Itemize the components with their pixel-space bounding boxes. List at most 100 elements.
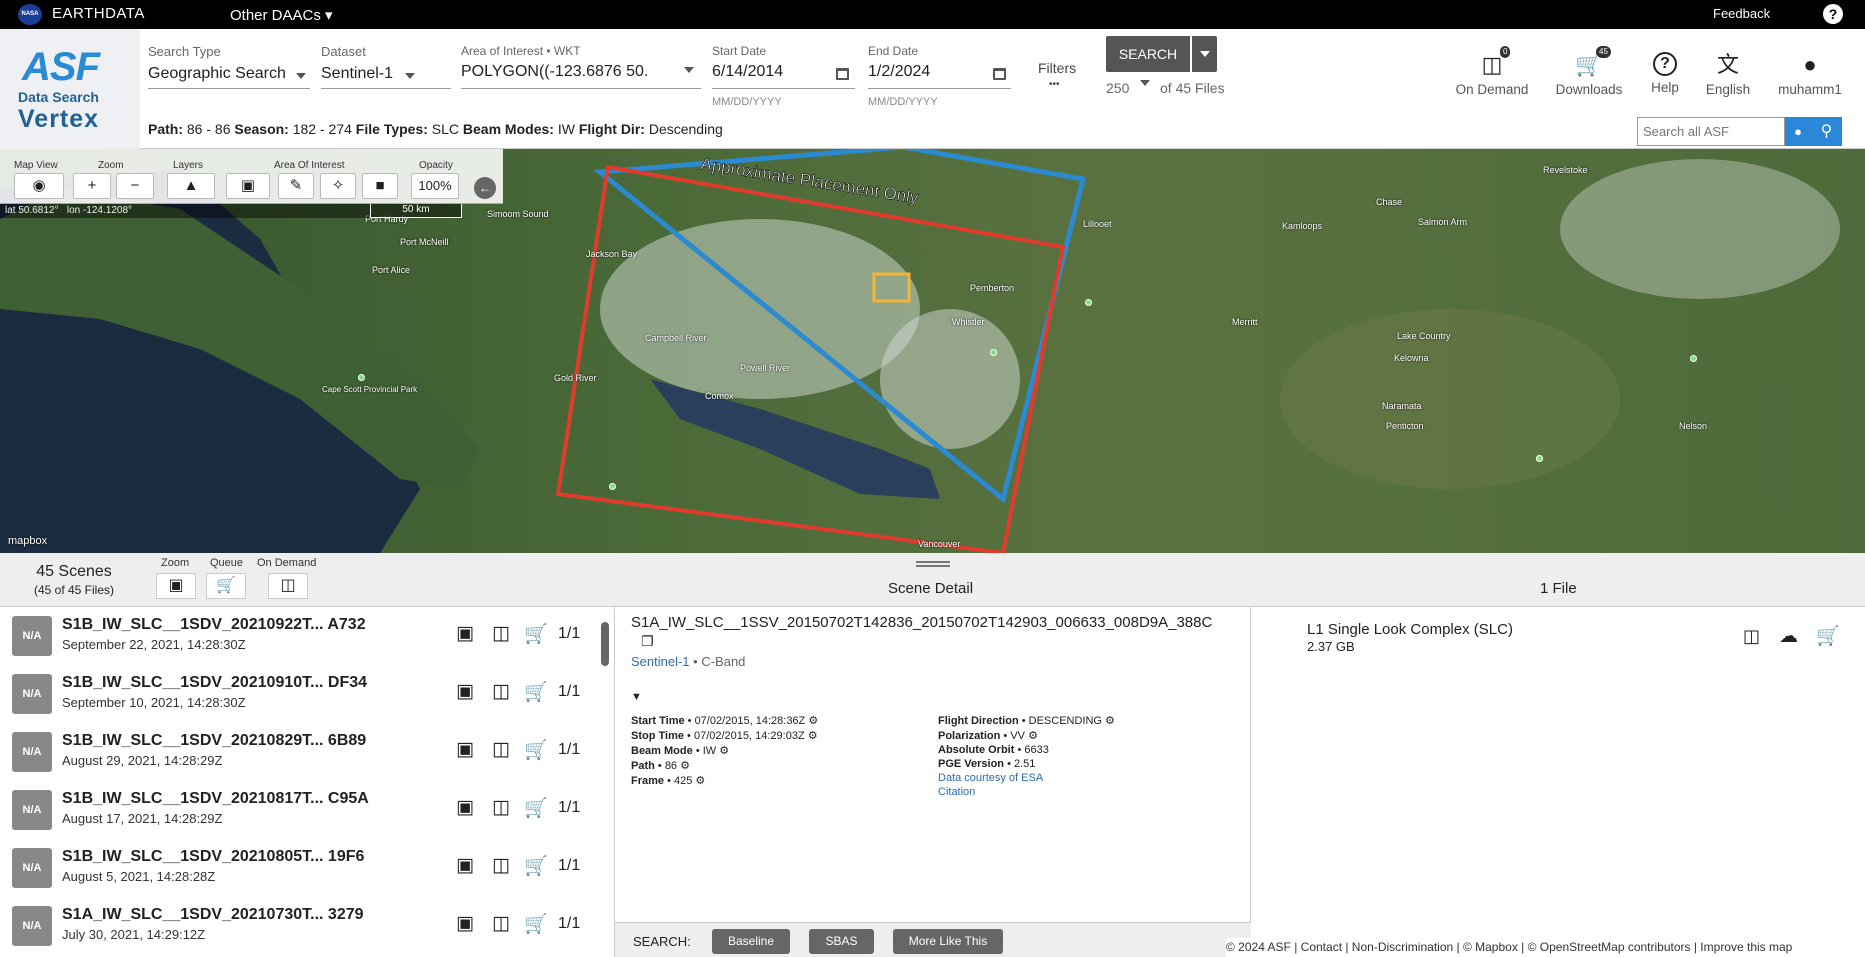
list-item[interactable]: N/A S1B_IW_SLC__1SDV_20210817T... C95A A…: [0, 781, 610, 839]
globe-icon[interactable]: ◉: [14, 173, 64, 199]
language-button[interactable]: 文 English: [1700, 52, 1756, 97]
cart-icon[interactable]: 🛒: [524, 622, 548, 646]
max-results-caret-icon[interactable]: [1140, 80, 1150, 86]
help-button[interactable]: ? Help: [1640, 52, 1690, 95]
citation-link[interactable]: Citation: [938, 786, 975, 798]
list-item[interactable]: N/A S1B_IW_SLC__1SDV_20210910T... DF34 S…: [0, 665, 610, 723]
map-attribution[interactable]: © 2024 ASF | Contact | Non-Discriminatio…: [1226, 938, 1865, 957]
dataset-select[interactable]: Sentinel-1: [321, 65, 393, 83]
zoom-to-scene-icon[interactable]: ▣: [456, 912, 474, 935]
calendar-icon[interactable]: [993, 68, 1006, 80]
cart-icon[interactable]: 🛒: [1816, 624, 1840, 648]
search-type-caret-icon[interactable]: [296, 73, 306, 79]
search-icon[interactable]: ⚲: [1811, 117, 1842, 146]
queue-all-cart-icon[interactable]: 🛒: [206, 573, 246, 599]
on-demand-icon[interactable]: ◫: [1743, 626, 1760, 647]
cart-icon[interactable]: 🛒: [524, 854, 548, 878]
zoom-to-scene-icon[interactable]: ▣: [456, 738, 474, 761]
cart-icon[interactable]: 🛒: [524, 796, 548, 820]
language-label: English: [1705, 82, 1751, 97]
map-label: Cape Scott Provincial Park: [322, 385, 418, 394]
zoom-to-results-icon[interactable]: ▣: [156, 573, 196, 599]
data-courtesy-link[interactable]: Data courtesy of ESA: [938, 772, 1043, 784]
cart-icon[interactable]: 🛒: [524, 680, 548, 704]
start-date-input[interactable]: 6/14/2014: [712, 63, 783, 81]
scene-date: August 17, 2021, 14:28:29Z: [62, 811, 223, 826]
filters-button[interactable]: Filters: [1038, 60, 1076, 76]
on-demand-icon[interactable]: ◫: [492, 738, 510, 761]
search-options-button[interactable]: [1192, 36, 1217, 72]
on-demand-all-icon[interactable]: ◫: [268, 573, 308, 599]
drag-handle[interactable]: [916, 561, 950, 567]
filters-dots-icon[interactable]: •••: [1049, 79, 1060, 90]
zoom-to-scene-icon[interactable]: ▣: [456, 854, 474, 877]
aoi-caret-icon[interactable]: [684, 67, 694, 73]
gear-icon[interactable]: ⚙: [719, 745, 729, 757]
opacity-select[interactable]: 100%: [411, 173, 459, 199]
zoom-in-button[interactable]: +: [73, 173, 111, 199]
end-date-input[interactable]: 1/2/2024: [868, 63, 930, 81]
vertex-logo[interactable]: ASF Data Search Vertex: [0, 29, 140, 149]
on-demand-icon[interactable]: ◫: [492, 680, 510, 703]
map-view-label: Map View: [14, 160, 58, 171]
gear-icon[interactable]: ⚙: [808, 715, 818, 727]
list-item[interactable]: N/A S1B_IW_SLC__1SDV_20210829T... 6B89 A…: [0, 723, 610, 781]
expand-toggle-icon[interactable]: ▼: [631, 691, 642, 703]
list-item[interactable]: N/A S1B_IW_SLC__1SDV_20210922T... A732 S…: [0, 607, 610, 665]
map-label: Whistler: [952, 317, 985, 327]
zoom-to-scene-icon[interactable]: ▣: [456, 622, 474, 645]
end-date-label: End Date: [868, 44, 919, 58]
search-button[interactable]: SEARCH: [1106, 36, 1190, 72]
feedback-link[interactable]: Feedback: [1713, 6, 1770, 21]
zoom-to-scene-icon[interactable]: ▣: [456, 680, 474, 703]
mapbox-logo[interactable]: mapbox: [8, 535, 47, 547]
dataset-link[interactable]: Sentinel-1: [631, 654, 690, 669]
zoom-out-button[interactable]: −: [116, 173, 154, 199]
baseline-button[interactable]: Baseline: [712, 929, 790, 954]
help-icon[interactable]: ?: [1823, 4, 1843, 24]
aoi-input[interactable]: POLYGON((-123.6876 50.: [461, 63, 648, 81]
on-demand-icon[interactable]: ◫: [492, 912, 510, 935]
downloads-button[interactable]: 🛒 Downloads: [1549, 52, 1629, 97]
pencil-icon[interactable]: ✎: [278, 173, 314, 199]
gear-icon[interactable]: ⚙: [680, 760, 690, 772]
collapse-toolbar-icon[interactable]: ←: [474, 177, 496, 199]
max-results-select[interactable]: 250: [1106, 80, 1129, 96]
gear-icon[interactable]: ⚙: [1028, 730, 1038, 742]
on-demand-label: On Demand: [257, 557, 317, 569]
gear-icon[interactable]: ⚙: [808, 730, 818, 742]
on-demand-icon[interactable]: ◫: [492, 622, 510, 645]
scene-name: S1B_IW_SLC__1SDV_20210829T... 6B89: [62, 732, 367, 749]
user-button[interactable]: ● muhamm1: [1772, 52, 1848, 97]
dataset-caret-icon[interactable]: [405, 73, 415, 79]
scenes-scrollbar[interactable]: [601, 622, 609, 666]
zoom-to-scene-icon[interactable]: ▣: [456, 796, 474, 819]
layers-mountain-icon[interactable]: ▲: [167, 173, 215, 199]
scenes-list[interactable]: N/A S1B_IW_SLC__1SDV_20210922T... A732 S…: [0, 607, 615, 957]
on-demand-icon[interactable]: ◫: [492, 796, 510, 819]
calendar-icon[interactable]: [836, 68, 849, 80]
edit-aoi-icon[interactable]: ✧: [320, 173, 356, 199]
gear-icon[interactable]: ⚙: [695, 775, 705, 787]
on-demand-icon[interactable]: ◫: [492, 854, 510, 877]
microphone-icon[interactable]: ●: [1785, 117, 1811, 146]
list-item[interactable]: N/A S1B_IW_SLC__1SDV_20210805T... 19F6 A…: [0, 839, 610, 897]
trash-icon[interactable]: ■: [362, 173, 398, 199]
park-marker-icon: [1085, 299, 1092, 306]
other-daacs-menu[interactable]: Other DAACs ▾: [230, 6, 333, 24]
search-type-select[interactable]: Geographic Search: [148, 65, 286, 83]
list-item[interactable]: N/A S1A_IW_SLC__1SDV_20210730T... 3279 J…: [0, 897, 610, 955]
copy-icon[interactable]: ❐: [641, 633, 654, 650]
cart-icon[interactable]: 🛒: [524, 912, 548, 936]
on-demand-button[interactable]: ◫ On Demand: [1452, 52, 1532, 97]
asf-logo-text: ASF: [22, 45, 100, 89]
cloud-download-icon[interactable]: ☁: [1779, 625, 1798, 648]
draw-box-icon[interactable]: ▣: [226, 173, 270, 199]
search-all-asf-input[interactable]: Search all ASF: [1637, 117, 1785, 146]
earthdata-link[interactable]: EARTHDATA: [52, 5, 145, 22]
gear-icon[interactable]: ⚙: [1105, 715, 1115, 727]
sbas-button[interactable]: SBAS: [809, 929, 874, 954]
results-header: 45 Scenes (45 of 45 Files) Zoom Queue On…: [0, 553, 1865, 607]
more-like-this-button[interactable]: More Like This: [893, 929, 1003, 954]
cart-icon[interactable]: 🛒: [524, 738, 548, 762]
